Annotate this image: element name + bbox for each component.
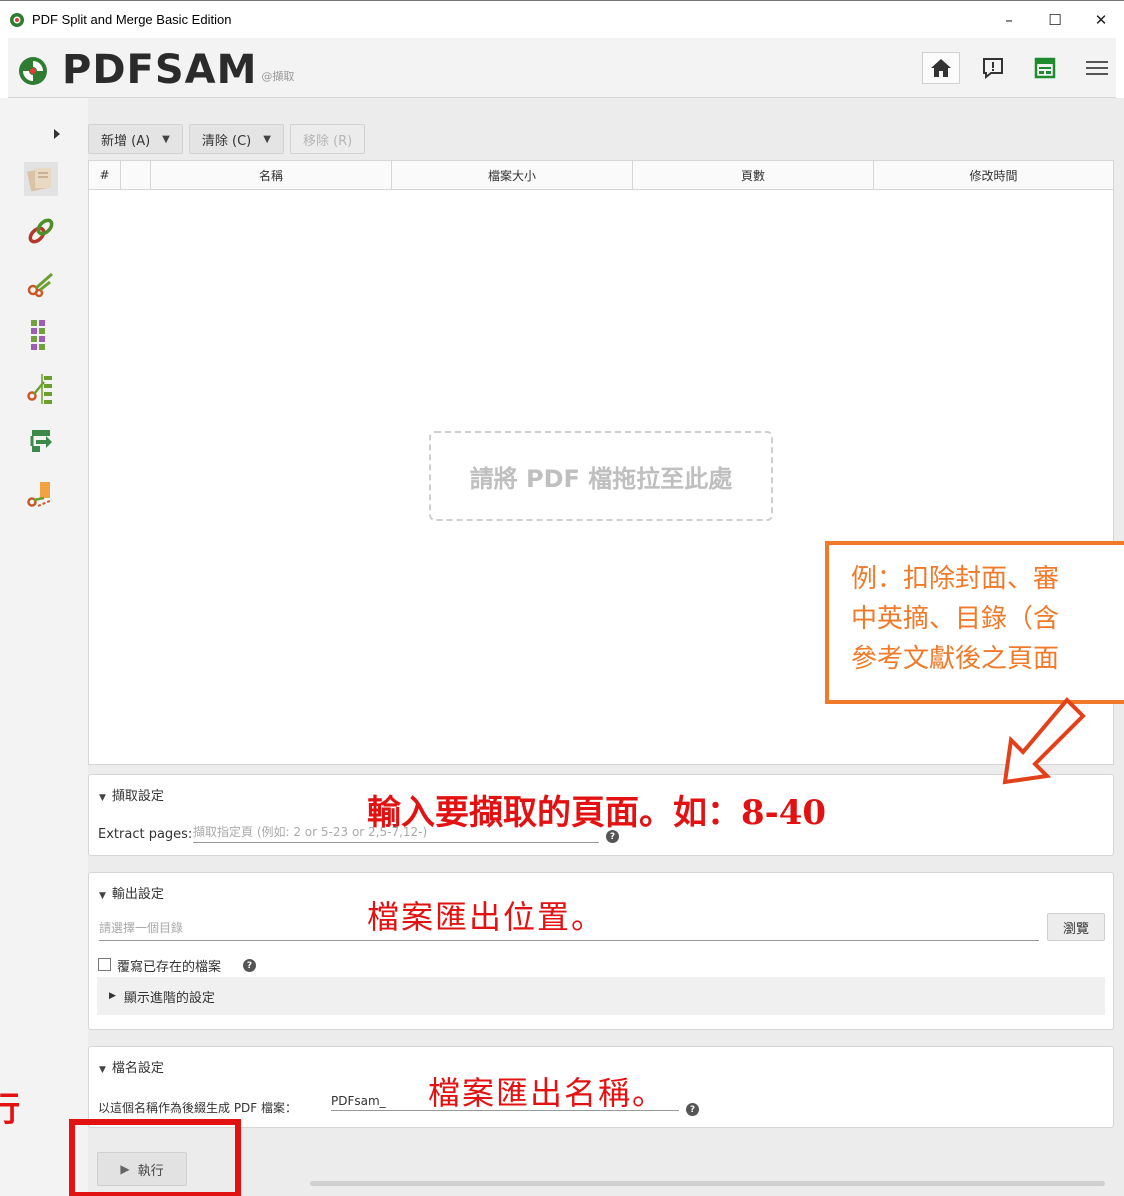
annotation-run-highlight bbox=[69, 1119, 241, 1196]
filename-settings-title[interactable]: ▼ 檔名設定 bbox=[99, 1057, 164, 1076]
window-titlebar: PDF Split and Merge Basic Edition – ☐ ✕ bbox=[0, 0, 1124, 38]
maximize-button[interactable]: ☐ bbox=[1032, 1, 1078, 39]
overwrite-checkbox[interactable] bbox=[98, 958, 111, 971]
alternate-mix-button[interactable] bbox=[24, 318, 58, 352]
help-icon[interactable]: ? bbox=[243, 959, 256, 972]
minimize-button[interactable]: – bbox=[986, 1, 1032, 39]
rotate-icon bbox=[30, 430, 52, 452]
extract-settings-title[interactable]: ▼ 擷取設定 bbox=[99, 785, 164, 804]
clear-button-label: 清除 (C) bbox=[201, 133, 252, 149]
annotation-note-line: 中英摘、目錄（含 bbox=[851, 604, 1060, 634]
extract-pages-label: Extract pages: bbox=[98, 827, 193, 842]
drop-zone[interactable]: 請將 PDF 檔拖拉至此處 bbox=[429, 431, 773, 521]
feedback-icon bbox=[983, 58, 1003, 79]
merge-tool-icon bbox=[27, 168, 51, 192]
annotation-note-box: 例：扣除封面、審 中英摘、目錄（含 參考文獻後之頁面 bbox=[825, 541, 1124, 704]
help-icon[interactable]: ? bbox=[686, 1103, 699, 1116]
prefix-label: 以這個名稱作為後綴生成 PDF 檔案： bbox=[98, 1101, 298, 1115]
tools-sidebar bbox=[0, 98, 88, 1196]
file-toolbar: 新增 (A) ▼ 清除 (C) ▼ 移除 (R) bbox=[88, 124, 371, 154]
logo: PDFSAM @擷取 bbox=[18, 48, 294, 92]
extract-icon bbox=[27, 482, 53, 507]
extract-button[interactable] bbox=[24, 478, 58, 512]
annotation-note-line: 參考文獻後之頁面 bbox=[851, 644, 1060, 674]
annotation-extract-hint: 輸入要擷取的頁面。如：8-40 bbox=[367, 793, 827, 833]
progress-bar bbox=[310, 1181, 1105, 1186]
combine-tool-icon bbox=[28, 218, 54, 244]
app-icon bbox=[10, 12, 24, 27]
expand-icon: ▶ bbox=[109, 991, 116, 1001]
advanced-settings-label: 顯示進階的設定 bbox=[123, 990, 215, 1006]
remove-button[interactable]: 移除 (R) bbox=[289, 124, 366, 154]
add-button[interactable]: 新增 (A) ▼ bbox=[88, 124, 183, 154]
collapse-icon: ▼ bbox=[99, 1065, 106, 1075]
menu-icon bbox=[1086, 61, 1108, 75]
split-by-bookmarks-icon bbox=[27, 374, 52, 404]
chevron-down-icon: ▼ bbox=[263, 133, 271, 145]
menu-button[interactable] bbox=[1078, 52, 1116, 84]
column-header-size[interactable]: 檔案大小 bbox=[392, 161, 633, 189]
output-settings-title[interactable]: ▼ 輸出設定 bbox=[99, 883, 164, 902]
advanced-settings-toggle[interactable]: ▶ 顯示進階的設定 bbox=[97, 977, 1105, 1015]
column-header-modified[interactable]: 修改時間 bbox=[874, 161, 1113, 189]
column-header-status[interactable] bbox=[121, 161, 151, 189]
merge-tool-button[interactable] bbox=[24, 162, 58, 196]
collapse-icon: ▼ bbox=[99, 793, 106, 803]
chevron-down-icon: ▼ bbox=[162, 133, 170, 145]
annotation-name-hint: 檔案匯出名稱。 bbox=[428, 1074, 667, 1112]
split-tool-icon bbox=[27, 272, 53, 298]
news-icon bbox=[1034, 57, 1056, 79]
add-button-label: 新增 (A) bbox=[101, 133, 151, 149]
table-header: # 名稱 檔案大小 頁數 修改時間 bbox=[89, 161, 1113, 190]
split-by-bookmarks-button[interactable] bbox=[24, 372, 58, 406]
combine-tool-button[interactable] bbox=[24, 214, 58, 248]
logo-text: PDFSAM bbox=[62, 47, 258, 93]
annotation-note-line: 例：扣除封面、審 bbox=[851, 564, 1060, 594]
feedback-button[interactable] bbox=[974, 52, 1012, 84]
news-button[interactable] bbox=[1026, 52, 1064, 84]
annotation-output-hint: 檔案匯出位置。 bbox=[367, 898, 606, 936]
clear-button[interactable]: 清除 (C) ▼ bbox=[188, 124, 284, 154]
overwrite-label: 覆寫已存在的檔案 bbox=[117, 960, 222, 975]
close-button[interactable]: ✕ bbox=[1078, 1, 1124, 39]
alternate-mix-icon bbox=[31, 320, 45, 350]
column-header-index[interactable]: # bbox=[89, 161, 121, 189]
annotation-left-cut: 行 bbox=[0, 1090, 20, 1126]
column-header-name[interactable]: 名稱 bbox=[151, 161, 392, 189]
module-subtitle: @擷取 bbox=[261, 70, 295, 83]
app-header: PDFSAM @擷取 bbox=[8, 38, 1116, 98]
browse-button[interactable]: 瀏覽 bbox=[1047, 913, 1105, 941]
rotate-button[interactable] bbox=[24, 424, 58, 458]
collapse-icon: ▼ bbox=[99, 891, 106, 901]
home-button[interactable] bbox=[922, 52, 960, 84]
home-icon bbox=[931, 59, 951, 77]
pdfsam-logo-icon bbox=[19, 57, 47, 85]
split-tool-button[interactable] bbox=[24, 266, 58, 300]
expand-sidebar-icon[interactable] bbox=[52, 128, 62, 140]
column-header-pages[interactable]: 頁數 bbox=[633, 161, 874, 189]
annotation-arrow-icon bbox=[1002, 697, 1086, 785]
window-title: PDF Split and Merge Basic Edition bbox=[32, 12, 232, 27]
